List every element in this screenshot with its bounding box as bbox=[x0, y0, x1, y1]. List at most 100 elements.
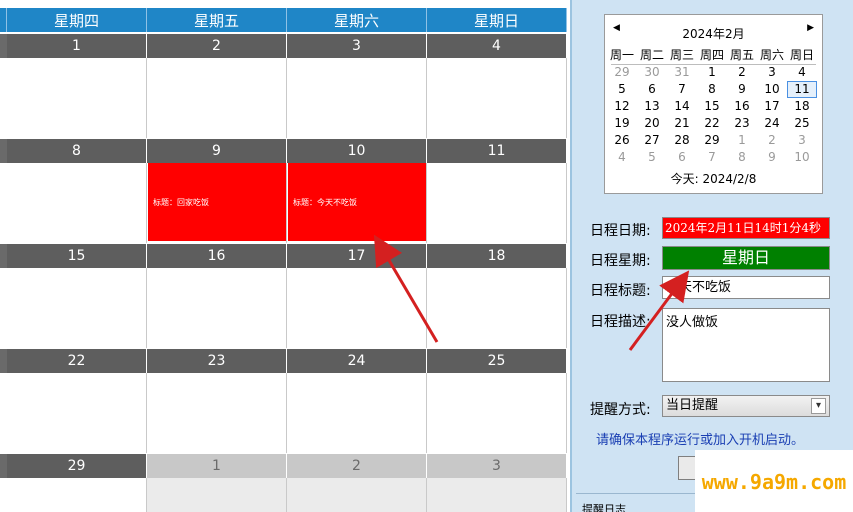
desc-label: 日程描述: bbox=[590, 314, 651, 330]
day-cell[interactable] bbox=[7, 478, 147, 512]
day-cell[interactable] bbox=[287, 58, 427, 138]
day-cell[interactable] bbox=[147, 268, 287, 348]
mini-day[interactable]: 20 bbox=[637, 115, 667, 132]
mini-day[interactable]: 18 bbox=[787, 98, 817, 115]
mini-day[interactable]: 15 bbox=[697, 98, 727, 115]
mini-day[interactable]: 23 bbox=[727, 115, 757, 132]
mini-day[interactable]: 1 bbox=[697, 64, 727, 81]
day-cell-next-month[interactable] bbox=[287, 478, 427, 512]
weekday-label: 周二 bbox=[639, 48, 664, 62]
mini-day[interactable]: 6 bbox=[637, 81, 667, 98]
mini-day[interactable]: 30 bbox=[637, 64, 667, 81]
day-number-next-month[interactable]: 2 bbox=[287, 454, 427, 478]
mini-day[interactable]: 19 bbox=[607, 115, 637, 132]
weekday-label: 周三 bbox=[669, 48, 694, 62]
mini-day[interactable]: 14 bbox=[667, 98, 697, 115]
mini-day[interactable]: 26 bbox=[607, 132, 637, 149]
day-cell[interactable] bbox=[427, 58, 567, 138]
day-number[interactable]: 11 bbox=[427, 139, 567, 163]
week-field[interactable]: 星期日 bbox=[662, 246, 830, 270]
mini-day[interactable]: 5 bbox=[637, 149, 667, 166]
day-number[interactable]: 2 bbox=[147, 34, 287, 58]
mini-day-selected[interactable]: 11 bbox=[787, 81, 817, 98]
mini-day[interactable]: 31 bbox=[667, 64, 697, 81]
mini-day[interactable]: 16 bbox=[727, 98, 757, 115]
mini-day[interactable]: 1 bbox=[727, 132, 757, 149]
mini-day[interactable]: 12 bbox=[607, 98, 637, 115]
day-number[interactable]: 10 bbox=[287, 139, 427, 163]
mini-day[interactable]: 3 bbox=[787, 132, 817, 149]
day-number[interactable]: 29 bbox=[7, 454, 147, 478]
today-link[interactable]: 今天: 2024/2/8 bbox=[605, 170, 822, 187]
day-number[interactable]: 23 bbox=[147, 349, 287, 373]
mini-day[interactable]: 9 bbox=[757, 149, 787, 166]
day-cell[interactable] bbox=[7, 373, 147, 453]
mini-day[interactable]: 8 bbox=[727, 149, 757, 166]
day-cell[interactable] bbox=[287, 373, 427, 453]
event-day9[interactable]: 标题：回家吃饭 bbox=[148, 163, 286, 241]
day-cell[interactable] bbox=[427, 373, 567, 453]
mini-day[interactable]: 7 bbox=[667, 81, 697, 98]
mini-day[interactable]: 25 bbox=[787, 115, 817, 132]
day-cell[interactable] bbox=[7, 268, 147, 348]
day-cell[interactable] bbox=[427, 268, 567, 348]
day-cell[interactable] bbox=[7, 58, 147, 138]
mini-day[interactable]: 29 bbox=[697, 132, 727, 149]
mini-day[interactable]: 24 bbox=[757, 115, 787, 132]
mini-day[interactable]: 10 bbox=[787, 149, 817, 166]
day-cell[interactable] bbox=[427, 163, 567, 243]
mini-day[interactable]: 29 bbox=[607, 64, 637, 81]
mini-day[interactable]: 10 bbox=[757, 81, 787, 98]
day-number[interactable]: 4 bbox=[427, 34, 567, 58]
day-number[interactable]: 9 bbox=[147, 139, 287, 163]
mini-day[interactable]: 21 bbox=[667, 115, 697, 132]
title-input[interactable]: 今天不吃饭 bbox=[662, 276, 830, 299]
day-number[interactable]: 18 bbox=[427, 244, 567, 268]
mini-day[interactable]: 22 bbox=[697, 115, 727, 132]
mini-calendar[interactable]: ◀ 2024年2月 ▶ 周一 周二 周三 周四 周五 周六 周日 29 30 3… bbox=[604, 14, 823, 194]
day-number[interactable]: 16 bbox=[147, 244, 287, 268]
mini-day[interactable]: 4 bbox=[787, 64, 817, 81]
day-number[interactable]: 3 bbox=[287, 34, 427, 58]
next-month-icon[interactable]: ▶ bbox=[807, 23, 814, 33]
mini-day[interactable]: 2 bbox=[727, 64, 757, 81]
mini-day[interactable]: 17 bbox=[757, 98, 787, 115]
day-number[interactable]: 22 bbox=[7, 349, 147, 373]
day-number[interactable]: 24 bbox=[287, 349, 427, 373]
chevron-down-icon[interactable]: ▾ bbox=[811, 398, 826, 414]
day-number[interactable]: 17 bbox=[287, 244, 427, 268]
day-number[interactable]: 15 bbox=[7, 244, 147, 268]
week-label: 日程星期: bbox=[590, 253, 651, 269]
mini-day[interactable]: 5 bbox=[607, 81, 637, 98]
month-calendar: 星期四 星期五 星期六 星期日 1 2 3 4 8 9 10 11 标题：回家吃… bbox=[0, 0, 568, 512]
day-cell[interactable] bbox=[147, 373, 287, 453]
day-number-next-month[interactable]: 3 bbox=[427, 454, 567, 478]
mini-day[interactable]: 6 bbox=[667, 149, 697, 166]
mini-day[interactable]: 8 bbox=[697, 81, 727, 98]
day-number[interactable]: 8 bbox=[7, 139, 147, 163]
prev-column-stub bbox=[0, 244, 7, 268]
mini-day[interactable]: 3 bbox=[757, 64, 787, 81]
mini-day[interactable]: 13 bbox=[637, 98, 667, 115]
remind-select[interactable]: 当日提醒 ▾ bbox=[662, 395, 830, 417]
date-label: 日程日期: bbox=[590, 223, 651, 239]
mini-day[interactable]: 27 bbox=[637, 132, 667, 149]
date-field[interactable]: 2024年2月11日14时1分4秒 bbox=[662, 217, 830, 239]
day-cell-next-month[interactable] bbox=[427, 478, 567, 512]
day-cell[interactable] bbox=[147, 58, 287, 138]
day-number-next-month[interactable]: 1 bbox=[147, 454, 287, 478]
mini-day[interactable]: 28 bbox=[667, 132, 697, 149]
mini-day[interactable]: 7 bbox=[697, 149, 727, 166]
day-number[interactable]: 25 bbox=[427, 349, 567, 373]
description-textarea[interactable]: 没人做饭 bbox=[662, 308, 830, 382]
prev-column-stub bbox=[0, 139, 7, 163]
mini-calendar-title[interactable]: 2024年2月 bbox=[605, 25, 822, 42]
mini-day[interactable]: 4 bbox=[607, 149, 637, 166]
day-cell[interactable] bbox=[287, 268, 427, 348]
day-cell-next-month[interactable] bbox=[147, 478, 287, 512]
day-number[interactable]: 1 bbox=[7, 34, 147, 58]
mini-day[interactable]: 2 bbox=[757, 132, 787, 149]
day-cell[interactable] bbox=[7, 163, 147, 243]
event-day10[interactable]: 标题：今天不吃饭 bbox=[288, 163, 426, 241]
mini-day[interactable]: 9 bbox=[727, 81, 757, 98]
